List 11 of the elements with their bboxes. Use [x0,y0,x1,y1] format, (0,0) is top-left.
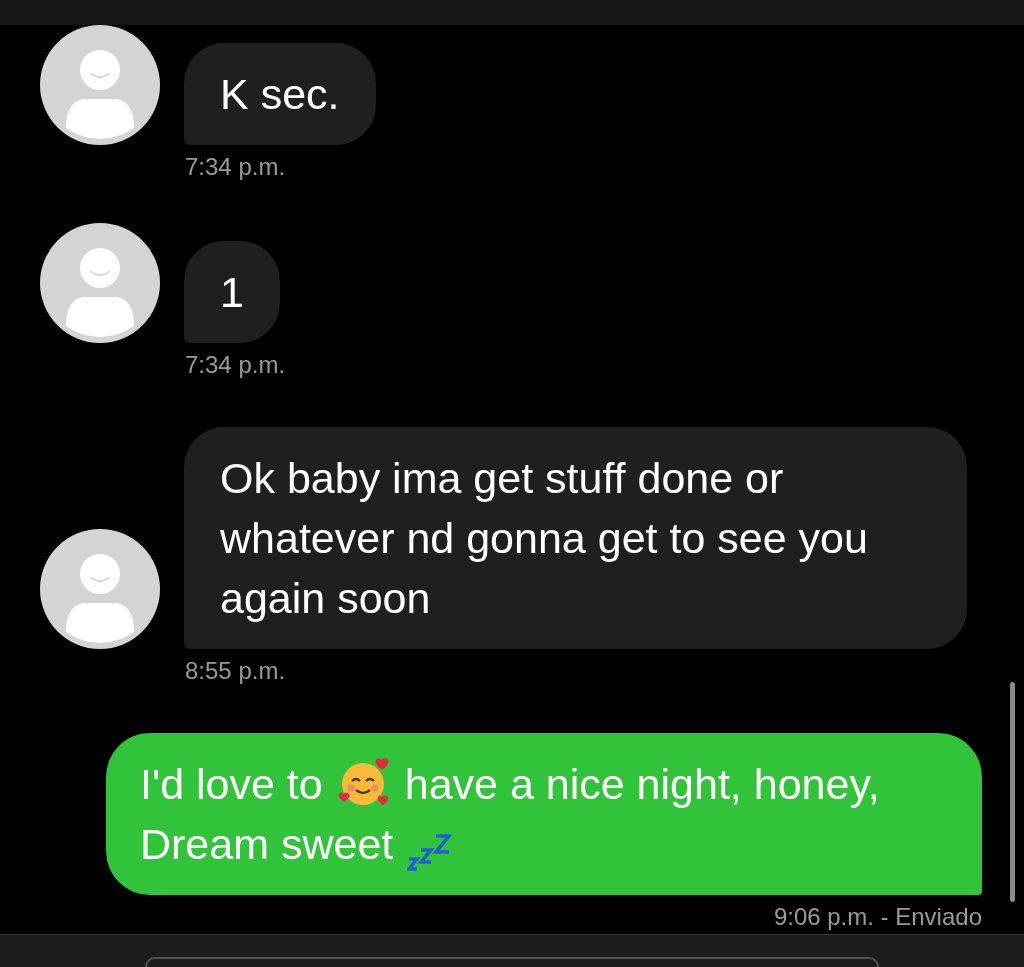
received-message-bubble: Ok baby ima get stuff done or whatever nd gonna get to see you again soon [184,427,967,649]
scrollbar[interactable] [1010,682,1015,902]
received-message-bubble: K sec. [184,43,376,145]
message-time: 7:34 p.m. [185,153,287,181]
received-message-bubble: 1 [184,241,280,343]
sleeping-icon [407,833,452,873]
message-input-field[interactable] [145,957,879,967]
message-time: 9:06 p.m. - Enviado [772,903,982,931]
sent-message-bubble: I'd love to have a nice night, honey, Dream sweet [106,733,982,895]
message-time: 8:55 p.m. [185,657,287,685]
message-time: 7:34 p.m. [185,351,287,379]
